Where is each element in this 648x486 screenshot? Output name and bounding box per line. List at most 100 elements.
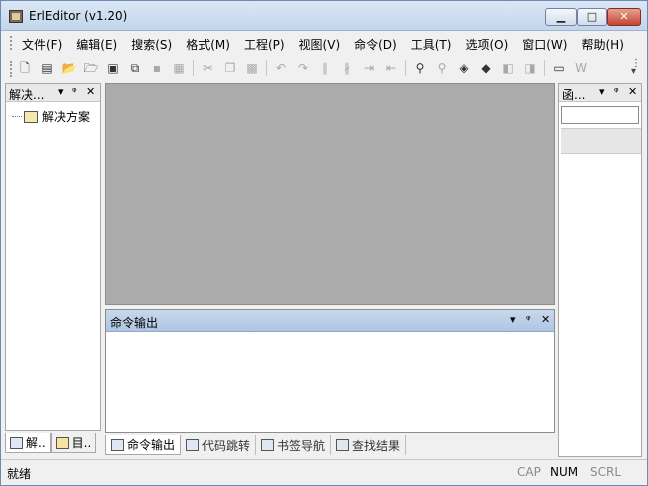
new-file-icon[interactable]: 🗋: [17, 60, 33, 76]
panel-close-icon[interactable]: ✕: [541, 313, 550, 326]
tab-code-jump-label: 代码跳转: [202, 438, 251, 453]
tab-command-output[interactable]: 命令输出: [105, 435, 182, 455]
menu-tools[interactable]: 工具(T): [404, 34, 459, 55]
menu-options[interactable]: 选项(O): [458, 34, 515, 55]
command-output-panel: 命令输出 ▾ ᵠ ✕: [105, 309, 555, 433]
bottom-tabs: 命令输出 代码跳转 书签导航 查找结果: [105, 435, 407, 455]
solution-panel: 解决... ▾ ᵠ ✕ 解决方案: [5, 83, 101, 431]
redo-icon[interactable]: ↷: [295, 60, 311, 76]
pin-icon[interactable]: ᵠ: [72, 85, 77, 98]
status-message: 就绪: [7, 467, 32, 481]
find-in-files-icon[interactable]: ◈: [456, 60, 472, 76]
function-list-header[interactable]: [561, 128, 641, 154]
indent-icon[interactable]: ⇥: [361, 60, 377, 76]
tree-connector: [12, 116, 22, 117]
outdent-icon[interactable]: ⇤: [383, 60, 399, 76]
function-panel-header: 函... ▾ ᵠ ✕: [559, 84, 641, 102]
title-bar[interactable]: ErlEditor (v1.20) ▁ □ ✕: [1, 1, 647, 31]
tab-bookmark-nav[interactable]: 书签导航: [256, 435, 332, 455]
tab-directory[interactable]: 目..: [50, 433, 97, 453]
maximize-button[interactable]: □: [577, 8, 607, 26]
copy-icon[interactable]: ❐: [222, 60, 238, 76]
new-project-icon[interactable]: ▤: [39, 60, 55, 76]
editor-area[interactable]: [105, 83, 555, 305]
paste-icon[interactable]: ▩: [244, 60, 260, 76]
undo-icon[interactable]: ↶: [273, 60, 289, 76]
tab-code-jump[interactable]: 代码跳转: [181, 435, 257, 455]
save-icon[interactable]: ▪: [149, 60, 165, 76]
solution-icon: [24, 110, 38, 123]
panel-dropdown-icon[interactable]: ▾: [58, 85, 64, 98]
find-next-icon[interactable]: ⚲: [434, 60, 450, 76]
menu-grip-icon[interactable]: [10, 36, 12, 50]
replace-icon[interactable]: ◆: [478, 60, 494, 76]
find-results-tab-icon: [336, 439, 350, 451]
panel-close-icon[interactable]: ✕: [86, 85, 95, 98]
scrl-indicator: SCRL: [590, 465, 622, 479]
tab-command-output-label: 命令输出: [127, 438, 176, 452]
project-icon[interactable]: ⧉: [127, 60, 143, 76]
find-icon[interactable]: ⚲: [412, 60, 428, 76]
tab-bookmark-nav-label: 书签导航: [277, 438, 326, 453]
cap-indicator: CAP: [517, 465, 541, 479]
tab-find-results[interactable]: 查找结果: [331, 435, 407, 455]
app-icon: [9, 10, 23, 23]
directory-tab-icon: [55, 436, 69, 449]
open-icon[interactable]: 📂: [61, 60, 77, 76]
command-output-tab-icon: [111, 438, 124, 451]
toolbar-buttons: 🗋 ▤ 📂 🗁 ▣ ⧉ ▪ ▦ ✂ ❐ ▩ ↶ ↷ ∥ ∦ ⇥ ⇤ ⚲ ⚲ ◈ …: [17, 60, 595, 76]
solution-panel-header: 解决... ▾ ᵠ ✕: [6, 84, 100, 102]
menu-items: 文件(F) 编辑(E) 搜索(S) 格式(M) 工程(P) 视图(V) 命令(D…: [15, 34, 631, 55]
open-project-icon[interactable]: 🗁: [83, 60, 99, 76]
window-icon[interactable]: ▭: [551, 60, 567, 76]
function-panel: 函... ▾ ᵠ ✕: [558, 83, 642, 457]
solution-panel-title: 解决...: [9, 88, 45, 102]
command-output-title: 命令输出: [110, 316, 159, 330]
tab-find-results-label: 查找结果: [352, 438, 401, 453]
close-icon: ✕: [619, 10, 629, 23]
pin-icon[interactable]: ᵠ: [526, 313, 531, 326]
uncomment-icon[interactable]: ∦: [339, 60, 355, 76]
minimize-button[interactable]: ▁: [545, 8, 577, 26]
menu-view[interactable]: 视图(V): [292, 34, 348, 55]
menu-help[interactable]: 帮助(H): [574, 34, 630, 55]
menu-format[interactable]: 格式(M): [179, 34, 237, 55]
bookmark-tab-icon: [261, 439, 275, 451]
comment-icon[interactable]: ∥: [317, 60, 333, 76]
menu-search[interactable]: 搜索(S): [124, 34, 179, 55]
toolbar-separator: [544, 60, 545, 76]
word-wrap-icon[interactable]: W: [573, 60, 589, 76]
panel-close-icon[interactable]: ✕: [628, 85, 637, 98]
status-bar: 就绪 CAP NUM SCRL: [1, 459, 647, 485]
menu-bar: 文件(F) 编辑(E) 搜索(S) 格式(M) 工程(P) 视图(V) 命令(D…: [1, 31, 647, 55]
save-settings-icon[interactable]: ▣: [105, 60, 121, 76]
menu-project[interactable]: 工程(P): [237, 34, 292, 55]
save-all-icon[interactable]: ▦: [171, 60, 187, 76]
function-filter-input[interactable]: [561, 106, 639, 124]
tree-item-solution[interactable]: 解决方案: [12, 108, 90, 125]
panel-dropdown-icon[interactable]: ▾: [599, 85, 605, 98]
close-button[interactable]: ✕: [607, 8, 641, 26]
menu-window[interactable]: 窗口(W): [515, 34, 574, 55]
panel-dropdown-icon[interactable]: ▾: [510, 313, 516, 326]
cut-icon[interactable]: ✂: [200, 60, 216, 76]
toolbar-separator: [193, 60, 194, 76]
tab-directory-label: 目..: [71, 436, 92, 450]
pin-icon[interactable]: ᵠ: [614, 85, 619, 98]
left-panel-tabs: 解.. 目..: [5, 433, 101, 455]
menu-file[interactable]: 文件(F): [15, 34, 69, 55]
forward-icon[interactable]: ◨: [522, 60, 538, 76]
menu-edit[interactable]: 编辑(E): [69, 34, 124, 55]
minimize-icon: ▁: [556, 10, 566, 23]
menu-command[interactable]: 命令(D): [347, 34, 404, 55]
back-icon[interactable]: ◧: [500, 60, 516, 76]
toolbar-overflow-icon[interactable]: ⋮ ▾: [631, 59, 641, 77]
code-jump-tab-icon: [186, 439, 200, 451]
toolbar-separator: [266, 60, 267, 76]
num-indicator: NUM: [550, 465, 579, 479]
toolbar-grip-icon[interactable]: [10, 61, 12, 77]
window-title: ErlEditor (v1.20): [29, 9, 128, 23]
toolbar: 🗋 ▤ 📂 🗁 ▣ ⧉ ▪ ▦ ✂ ❐ ▩ ↶ ↷ ∥ ∦ ⇥ ⇤ ⚲ ⚲ ◈ …: [1, 57, 647, 81]
command-output-header: 命令输出 ▾ ᵠ ✕: [106, 310, 554, 332]
tab-solution[interactable]: 解..: [5, 433, 51, 453]
